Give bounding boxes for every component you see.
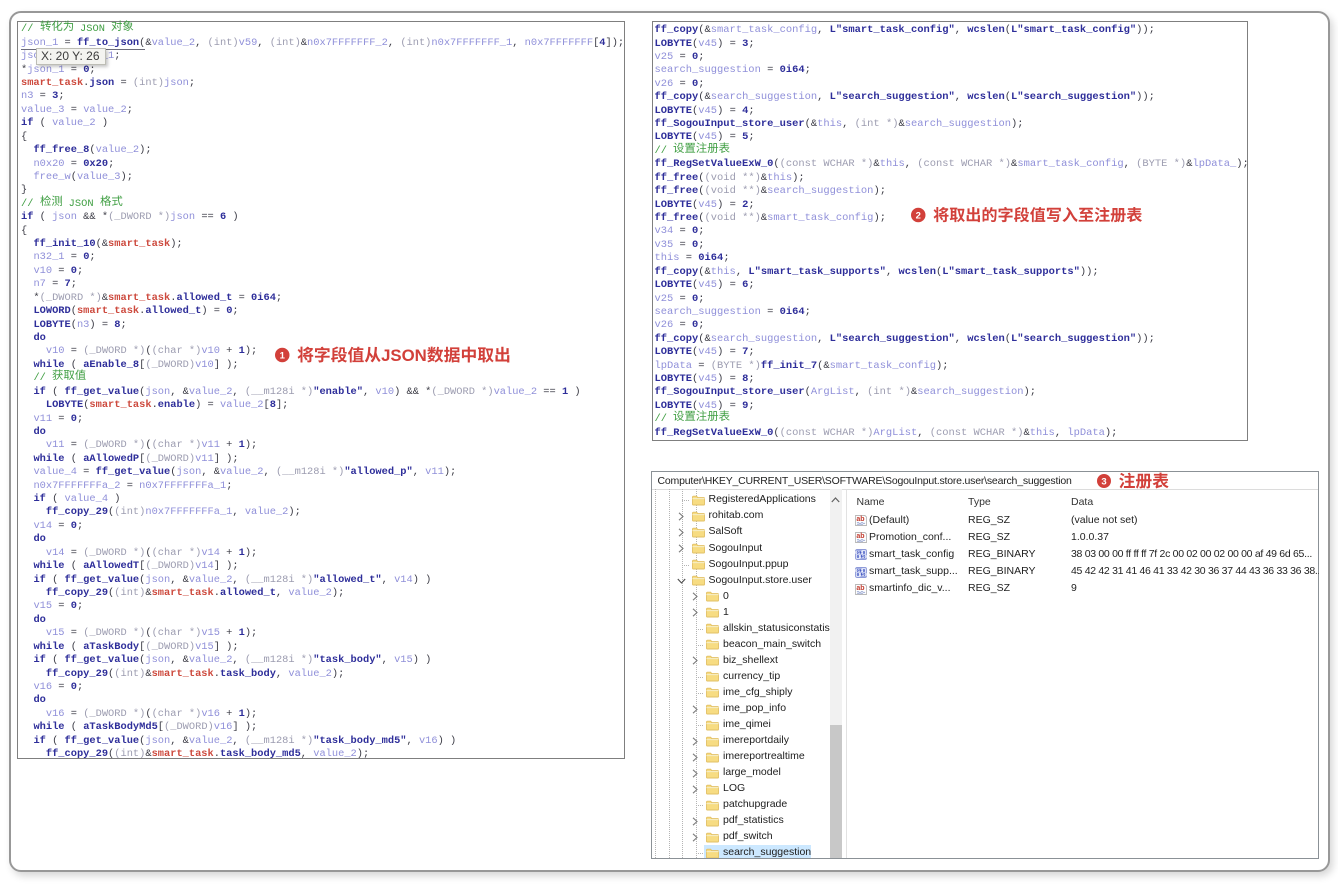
svg-text:0: 0	[862, 568, 865, 573]
svg-text:3: 3	[1101, 476, 1106, 487]
svg-text:ab: ab	[856, 533, 864, 540]
svg-text:0: 0	[856, 573, 859, 578]
svg-text:ab: ab	[856, 585, 864, 592]
svg-text:0: 0	[862, 551, 865, 556]
svg-text:JSON: JSON	[381, 346, 427, 365]
svg-text:0: 0	[856, 555, 859, 560]
svg-text:2: 2	[915, 210, 920, 221]
svg-text:1: 1	[279, 350, 285, 361]
svg-text:ab: ab	[856, 516, 864, 523]
